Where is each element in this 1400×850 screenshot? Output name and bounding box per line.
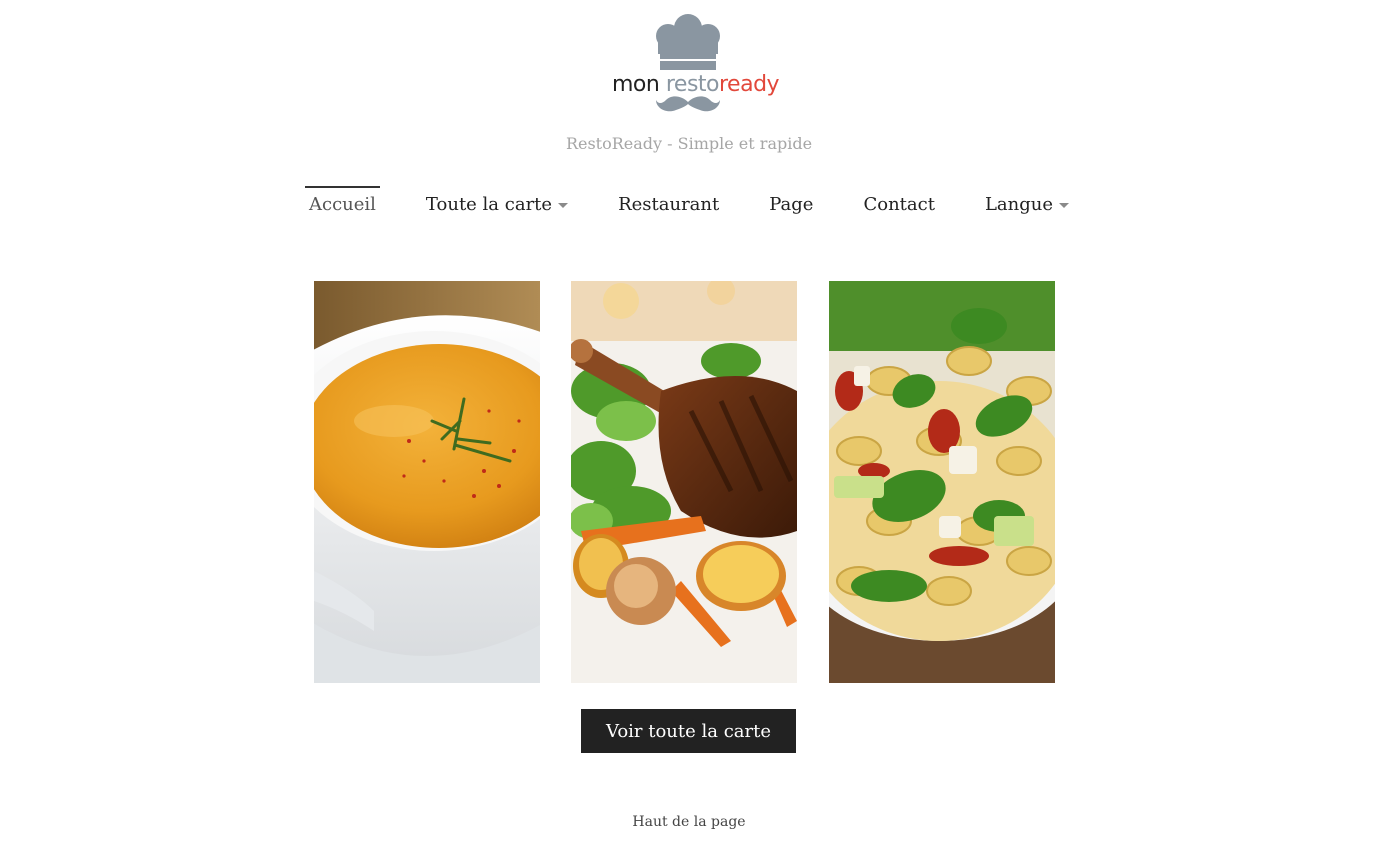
nav-item-label: Accueil bbox=[308, 194, 376, 215]
nav-item-langue[interactable]: Langue bbox=[981, 186, 1073, 221]
logo-word-ready: ready bbox=[719, 72, 780, 97]
caret-down-icon bbox=[558, 203, 569, 208]
nav-item-label: Restaurant bbox=[618, 194, 720, 215]
nav-item-contact[interactable]: Contact bbox=[859, 186, 938, 221]
view-full-menu-button[interactable]: Voir toute la carte bbox=[581, 709, 796, 753]
back-to-top-link[interactable]: Haut de la page bbox=[0, 814, 1378, 830]
nav-item-accueil[interactable]: Accueil bbox=[304, 186, 380, 221]
nav-item-page[interactable]: Page bbox=[765, 186, 817, 221]
caret-down-icon bbox=[1059, 203, 1069, 208]
page: mon restoready RestoReady - Simple et ra… bbox=[0, 0, 1400, 850]
tagline: RestoReady - Simple et rapide bbox=[565, 134, 813, 153]
nav-item-label: Toute la carte bbox=[425, 194, 553, 215]
nav-item-toute-la-carte[interactable]: Toute la carte bbox=[422, 186, 572, 221]
nav-item-restaurant[interactable]: Restaurant bbox=[614, 186, 723, 221]
soup-photo[interactable] bbox=[314, 281, 540, 683]
lamb-photo[interactable] bbox=[571, 281, 797, 683]
logo-word-resto: resto bbox=[665, 72, 720, 97]
chef-hat-icon bbox=[656, 14, 720, 112]
pasta-salad-photo[interactable] bbox=[829, 281, 1055, 683]
dish-gallery bbox=[314, 281, 1055, 683]
nav-item-label: Contact bbox=[863, 194, 935, 215]
main-nav: Accueil Toute la carte Restaurant Page C… bbox=[0, 186, 1378, 221]
logo-wordmark: mon restoready bbox=[612, 72, 780, 98]
nav-item-label: Langue bbox=[984, 194, 1053, 215]
nav-item-label: Page bbox=[769, 194, 814, 215]
logo-word-mon: mon bbox=[612, 72, 660, 97]
logo[interactable]: mon restoready bbox=[612, 14, 780, 120]
